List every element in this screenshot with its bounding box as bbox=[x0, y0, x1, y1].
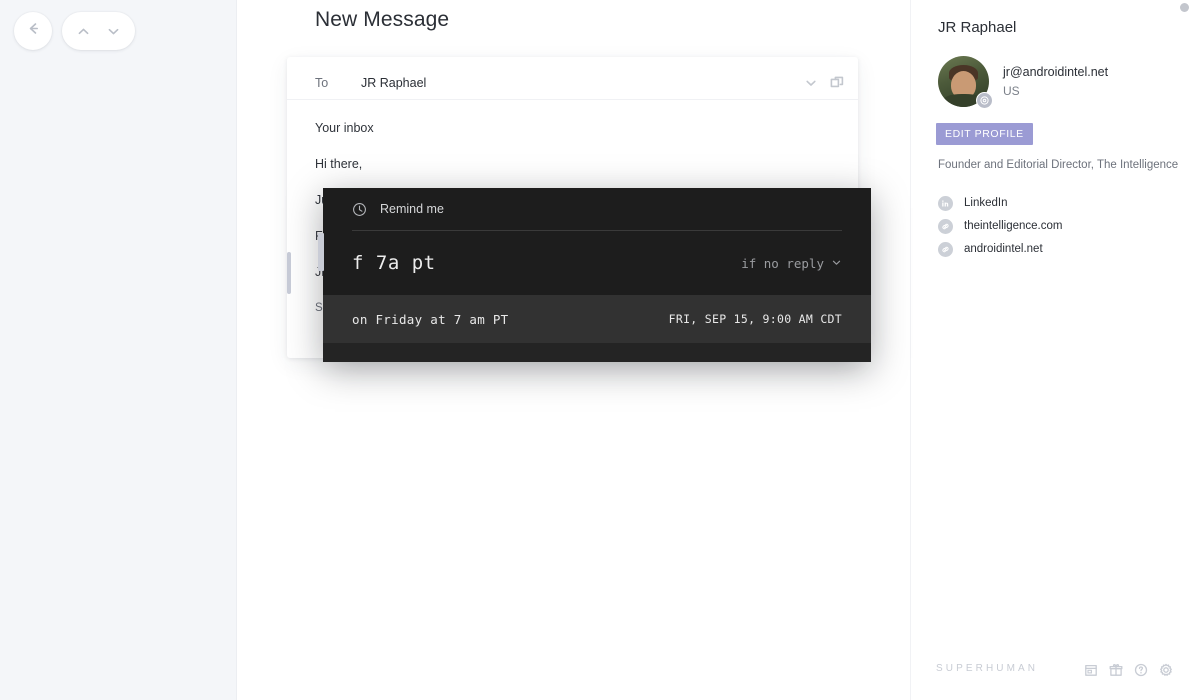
previous-message-button[interactable] bbox=[69, 16, 97, 46]
recipient-value[interactable]: JR Raphael bbox=[361, 76, 804, 90]
remind-me-query-input[interactable]: f 7a pt bbox=[352, 252, 741, 274]
superhuman-wordmark: SUPERHUMAN bbox=[936, 663, 1039, 674]
chevron-down-icon bbox=[831, 256, 842, 271]
result-phrase: on Friday at 7 am PT bbox=[352, 311, 509, 327]
popout-window-icon[interactable] bbox=[830, 76, 844, 90]
link-icon bbox=[938, 218, 953, 234]
status-dot bbox=[1180, 3, 1189, 12]
compose-area: New Message To JR Raphael Your inbox Hi … bbox=[237, 0, 910, 700]
next-message-button[interactable] bbox=[100, 16, 128, 46]
text-caret bbox=[318, 233, 324, 271]
footer-icon-bar bbox=[1084, 663, 1173, 677]
gift-icon[interactable] bbox=[1109, 663, 1123, 677]
result-timestamp: FRI, SEP 15, 9:00 AM CDT bbox=[668, 312, 842, 326]
calendar-icon[interactable] bbox=[1084, 663, 1098, 677]
linkedin-icon bbox=[938, 195, 953, 211]
recipient-row[interactable]: To JR Raphael bbox=[287, 66, 858, 100]
avatar-wrapper bbox=[938, 56, 993, 109]
identity-text: jr@androidintel.net US bbox=[1003, 64, 1108, 100]
contact-region: US bbox=[1003, 83, 1020, 98]
remind-me-overlay: Remind me f 7a pt if no reply on Friday … bbox=[318, 188, 871, 362]
back-button[interactable] bbox=[14, 12, 52, 50]
link-label: androidintel.net bbox=[964, 243, 1043, 255]
superhuman-app: New Message To JR Raphael Your inbox Hi … bbox=[0, 0, 1199, 700]
contact-sidebar: JR Raphael jr@androidintel.net US Founde… bbox=[910, 0, 1199, 700]
link-icon bbox=[938, 241, 953, 257]
page-title: New Message bbox=[315, 8, 450, 31]
remind-me-input-row[interactable]: f 7a pt if no reply bbox=[318, 231, 871, 295]
help-icon[interactable] bbox=[1134, 663, 1148, 677]
settings-icon[interactable] bbox=[1159, 663, 1173, 677]
navigation-cluster bbox=[14, 12, 135, 50]
gear-badge-icon[interactable] bbox=[976, 92, 993, 109]
edit-profile-button[interactable]: EDIT PROFILE bbox=[936, 123, 1033, 145]
link-label: theintelligence.com bbox=[964, 220, 1063, 232]
link-label: LinkedIn bbox=[964, 197, 1008, 209]
left-rail bbox=[0, 0, 237, 700]
recipient-actions bbox=[804, 76, 844, 90]
arrow-left-icon bbox=[25, 20, 42, 42]
reply-condition-dropdown[interactable]: if no reply bbox=[741, 256, 842, 271]
clock-icon bbox=[352, 202, 367, 217]
remind-me-result-row[interactable]: on Friday at 7 am PT FRI, SEP 15, 9:00 A… bbox=[323, 295, 871, 343]
contact-name: JR Raphael bbox=[938, 19, 1017, 36]
contact-link-linkedin[interactable]: LinkedIn bbox=[938, 192, 1168, 214]
scrollbar-thumb[interactable] bbox=[287, 252, 291, 294]
contact-link-website-1[interactable]: theintelligence.com bbox=[938, 215, 1168, 237]
remind-me-header: Remind me bbox=[323, 188, 871, 230]
contact-email: jr@androidintel.net bbox=[1003, 64, 1109, 79]
contact-links: LinkedIn theintelligence.com androidinte… bbox=[938, 192, 1168, 261]
body-subject-line: Your inbox bbox=[315, 121, 374, 135]
remind-me-title: Remind me bbox=[380, 202, 444, 216]
reply-condition-label: if no reply bbox=[741, 255, 824, 271]
to-label: To bbox=[315, 75, 329, 90]
prev-next-pill bbox=[62, 12, 135, 50]
contact-link-website-2[interactable]: androidintel.net bbox=[938, 238, 1168, 260]
contact-job-title: Founder and Editorial Director, The Inte… bbox=[938, 159, 1179, 171]
body-greeting: Hi there, bbox=[315, 157, 363, 171]
overlay-footer bbox=[323, 343, 871, 362]
body-scrollbar[interactable] bbox=[287, 100, 291, 317]
contact-identity: jr@androidintel.net US bbox=[938, 56, 1108, 109]
chevron-down-icon[interactable] bbox=[804, 76, 818, 90]
